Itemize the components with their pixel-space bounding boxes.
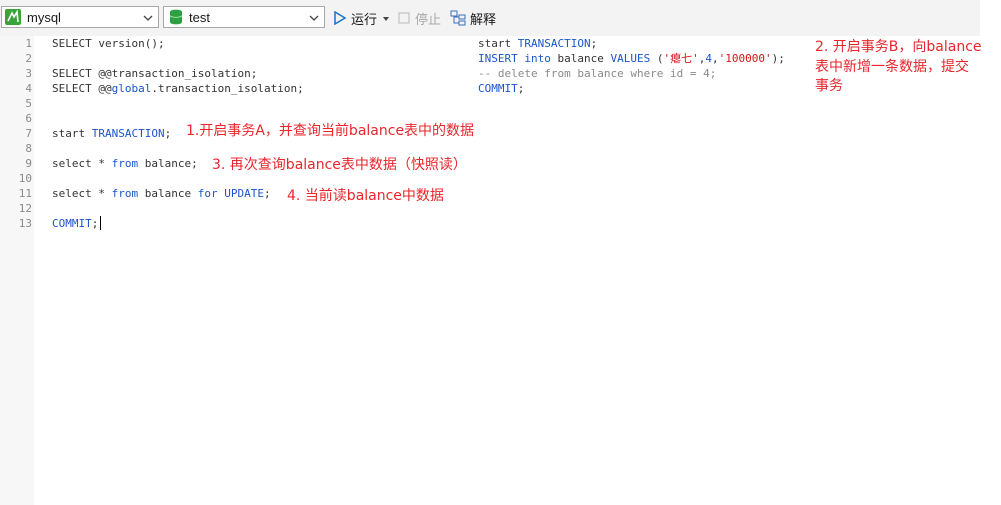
code-line-9: select * from balance; (52, 157, 198, 170)
annotation-step-2-line-3: 事务 (815, 78, 843, 94)
code-line-11: select * from balance for UPDATE; (52, 187, 271, 200)
line-number: 9 (25, 157, 32, 170)
code-line-7: start TRANSACTION; (52, 127, 172, 140)
explain-button[interactable]: 解释 (450, 8, 496, 28)
line-number: 13 (18, 217, 32, 230)
stop-label: 停止 (415, 11, 442, 27)
explain-label: 解释 (470, 11, 497, 27)
annotation-step-4: 4. 当前读balance中数据 (287, 188, 444, 204)
connection-value: mysql (27, 9, 61, 25)
explain-icon (450, 10, 466, 26)
annotation-step-2-line-2: 表中新增一条数据，提交 (815, 59, 969, 75)
mysql-icon (5, 9, 21, 25)
database-icon (169, 9, 183, 25)
code-line-3: SELECT @@transaction_isolation; (52, 67, 258, 80)
play-icon (333, 10, 347, 26)
code-line-1: SELECT version(); (52, 37, 165, 50)
line-number: 2 (25, 52, 32, 65)
right-margin (980, 0, 1001, 505)
line-number-gutter: 1 2 3 4 5 6 7 8 9 10 11 12 13 (0, 36, 34, 505)
line-number: 12 (18, 202, 32, 215)
annotation-step-3: 3. 再次查询balance表中数据（快照读） (212, 157, 467, 173)
line-number: 10 (18, 172, 32, 185)
line-number: 5 (25, 97, 32, 110)
run-button[interactable]: 运行 (333, 8, 377, 28)
database-value: test (189, 9, 210, 25)
run-dropdown-button[interactable] (382, 8, 390, 28)
stop-icon (398, 12, 410, 24)
code-b-line-1: start TRANSACTION; (478, 37, 598, 50)
code-line-13: COMMIT; (52, 217, 99, 230)
annotation-step-1: 1.开启事务A，并查询当前balance表中的数据 (186, 123, 475, 139)
line-number: 7 (25, 127, 32, 140)
line-number: 6 (25, 112, 32, 125)
chevron-down-icon (308, 11, 320, 23)
annotation-step-2-line-1: 2. 开启事务B，向balance (815, 39, 982, 55)
code-b-line-2: INSERT into balance VALUES ('瘪七',4,'1000… (478, 52, 785, 65)
code-b-line-3: -- delete from balance where id = 4; (478, 67, 717, 80)
line-number: 3 (25, 67, 32, 80)
connection-select[interactable]: mysql (1, 6, 159, 28)
sql-editor[interactable]: 1 2 3 4 5 6 7 8 9 10 11 12 13 SELECT ver… (0, 36, 980, 505)
chevron-down-icon (142, 11, 154, 23)
query-toolbar: mysql test 运行 停止 解释 (0, 0, 980, 36)
line-number: 1 (25, 37, 32, 50)
run-label: 运行 (351, 11, 378, 27)
stop-button[interactable]: 停止 (398, 8, 441, 28)
text-cursor (100, 216, 101, 230)
database-select[interactable]: test (163, 6, 325, 28)
line-number: 8 (25, 142, 32, 155)
line-number: 11 (18, 187, 32, 200)
code-b-line-4: COMMIT; (478, 82, 525, 95)
caret-down-icon (382, 11, 390, 26)
code-line-4: SELECT @@global.transaction_isolation; (52, 82, 304, 95)
line-number: 4 (25, 82, 32, 95)
